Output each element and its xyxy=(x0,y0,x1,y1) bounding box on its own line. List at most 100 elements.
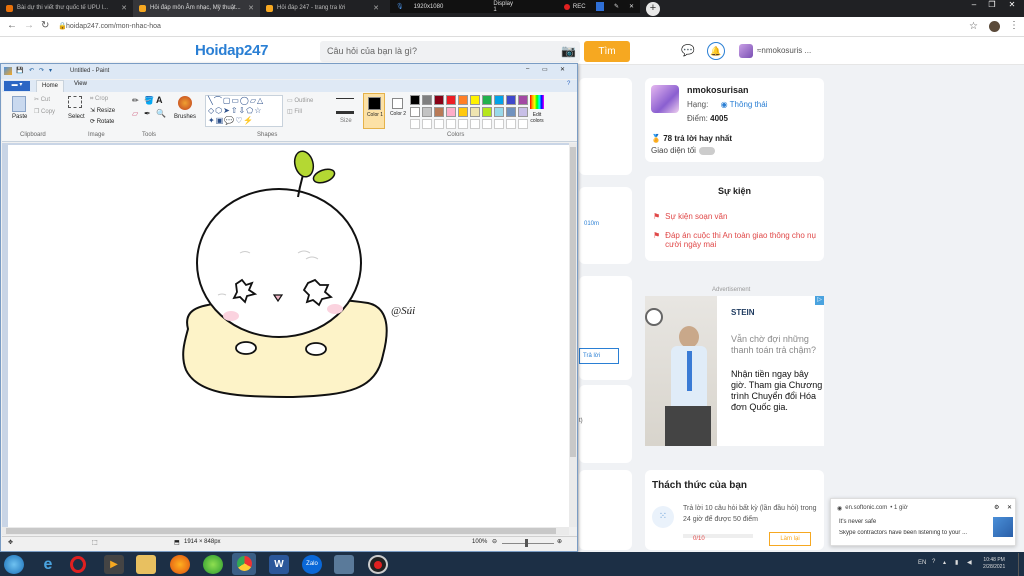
cut-button[interactable]: Cut xyxy=(41,97,50,103)
size-icon[interactable] xyxy=(336,98,354,114)
palette-swatch[interactable] xyxy=(482,95,492,105)
event-link[interactable]: Sự kiện soạn văn xyxy=(665,212,727,221)
language-indicator[interactable]: EN xyxy=(918,560,926,566)
vertical-scroll-thumb[interactable] xyxy=(570,147,576,457)
search-input[interactable]: Câu hỏi của bạn là gì? xyxy=(320,41,580,62)
camera-icon[interactable]: 📷 xyxy=(561,44,576,58)
palette-swatch-empty[interactable] xyxy=(506,119,516,129)
paint-taskbar-icon[interactable] xyxy=(334,555,354,574)
close-tab-icon[interactable]: ✕ xyxy=(248,0,254,17)
palette-swatch[interactable] xyxy=(482,107,492,117)
mic-icon[interactable]: 🎙 xyxy=(396,3,404,10)
vertical-scrollbar[interactable] xyxy=(569,143,577,527)
palette-swatch[interactable] xyxy=(494,107,504,117)
back-icon[interactable]: ← xyxy=(7,20,17,31)
forward-icon[interactable]: → xyxy=(24,20,34,31)
close-tab-icon[interactable]: ✕ xyxy=(373,0,379,17)
quick-save-icon[interactable]: 💾 xyxy=(16,67,23,74)
zoom-in-icon[interactable]: ⊕ xyxy=(557,538,562,545)
size-button[interactable]: Size xyxy=(340,118,352,124)
edit-colors-button[interactable]: Edit colors xyxy=(526,112,548,124)
media-player-icon[interactable]: ▶ xyxy=(104,555,124,574)
brushes-icon[interactable] xyxy=(178,96,192,110)
chrome-taskbar-active[interactable] xyxy=(232,553,256,575)
tab-home[interactable]: Home xyxy=(36,80,64,92)
ad-banner[interactable]: ▷ STEIN Vẫn chờ đợi những thanh toán trả… xyxy=(645,296,824,446)
palette-swatch[interactable] xyxy=(506,107,516,117)
palette-swatch[interactable] xyxy=(410,95,420,105)
crop-button[interactable]: Crop xyxy=(95,96,108,102)
magnifier-icon[interactable]: 🔍 xyxy=(156,109,166,118)
edit-colors-icon[interactable] xyxy=(530,95,544,109)
close-window-icon[interactable]: ✕ xyxy=(1003,0,1021,10)
minimize-window-icon[interactable]: – xyxy=(965,0,983,10)
redo-button[interactable]: Làm lại xyxy=(769,532,811,546)
restore-window-icon[interactable]: ❐ xyxy=(983,0,1001,10)
zalo-icon[interactable]: Zalo xyxy=(302,555,322,574)
site-logo[interactable]: Hoidap247 xyxy=(195,42,268,59)
close-icon[interactable]: ✕ xyxy=(560,66,565,73)
zoom-out-icon[interactable]: ⊖ xyxy=(492,538,497,545)
horizontal-scrollbar[interactable] xyxy=(2,527,569,535)
dark-mode-toggle[interactable] xyxy=(698,146,715,155)
drawing-canvas[interactable]: @Súi xyxy=(8,145,570,527)
word-icon[interactable]: W xyxy=(269,555,289,574)
profile-name[interactable]: nmokosurisan xyxy=(687,85,749,95)
profile-avatar[interactable] xyxy=(651,85,679,113)
select-icon[interactable] xyxy=(68,96,82,108)
menu-dots-icon[interactable]: ⋮ xyxy=(1009,20,1019,31)
ad-choices-icon[interactable]: ▷ xyxy=(815,296,824,305)
notification-bell-icon[interactable]: 🔔 xyxy=(707,42,725,60)
notification-toast[interactable]: ◉ en.softonic.com • 1 giờ ⚙ ✕ It's never s… xyxy=(830,498,1016,546)
pen-icon[interactable]: ✎ xyxy=(614,3,619,10)
resize-button[interactable]: Resize xyxy=(97,108,115,114)
help-icon[interactable]: ? xyxy=(567,81,570,87)
volume-icon[interactable]: ◀ xyxy=(967,559,972,566)
ie-icon[interactable]: e xyxy=(38,555,58,574)
url-field[interactable]: hoidap247.com/mon-nhac-hoa xyxy=(66,21,161,33)
palette-swatch-empty[interactable] xyxy=(470,119,480,129)
palette-swatch[interactable] xyxy=(446,95,456,105)
event-link[interactable]: Đáp án cuộc thi An toàn giao thông cho n… xyxy=(665,231,818,249)
palette-swatch[interactable] xyxy=(458,95,468,105)
palette-swatch[interactable] xyxy=(494,95,504,105)
start-button-icon[interactable] xyxy=(4,555,24,574)
zoom-slider[interactable] xyxy=(502,543,554,544)
color2-selector[interactable]: Color 2 xyxy=(388,93,408,129)
tray-arrow-icon[interactable]: ▴ xyxy=(943,559,946,566)
browser-tab-active[interactable]: Hỏi đáp môn Âm nhạc, Mỹ thuật... ✕ xyxy=(133,0,260,17)
palette-swatch-empty[interactable] xyxy=(458,119,468,129)
help-tray-icon[interactable]: ? xyxy=(932,559,935,565)
outline-button[interactable]: Outline xyxy=(294,98,313,104)
palette-swatch-empty[interactable] xyxy=(446,119,456,129)
close-tab-icon[interactable]: ✕ xyxy=(121,0,127,17)
paste-button[interactable]: Paste xyxy=(12,114,27,120)
select-button[interactable]: Select xyxy=(68,114,85,120)
palette-swatch[interactable] xyxy=(470,107,480,117)
rotate-button[interactable]: Rotate xyxy=(97,119,115,125)
network-icon[interactable]: ▮ xyxy=(955,559,958,566)
copy-button[interactable]: Copy xyxy=(41,109,55,115)
redo-icon[interactable]: ↷ xyxy=(39,67,44,74)
shapes-gallery[interactable]: ╲⌒▢▭◯▱△ ◇⬡➤⇧⇩⬠☆ ✦▣💬♡⚡ xyxy=(205,95,283,127)
palette-swatch[interactable] xyxy=(470,95,480,105)
palette-swatch[interactable] xyxy=(518,95,528,105)
quick-access-dropdown-icon[interactable]: ▾ xyxy=(49,67,52,74)
clock[interactable]: 10:48 PM 2/28/2021 xyxy=(983,557,1005,571)
recorder-stop-icon[interactable] xyxy=(595,2,604,11)
pencil-icon[interactable]: ✏ xyxy=(132,96,139,105)
opera-icon[interactable] xyxy=(70,556,86,573)
brushes-button[interactable]: Brushes xyxy=(174,114,196,120)
palette-swatch[interactable] xyxy=(458,107,468,117)
profile-avatar-icon[interactable] xyxy=(989,21,1000,32)
palette-swatch-empty[interactable] xyxy=(422,119,432,129)
palette-swatch-empty[interactable] xyxy=(410,119,420,129)
palette-swatch[interactable] xyxy=(434,107,444,117)
close-icon[interactable]: ✕ xyxy=(629,3,634,10)
chat-icon[interactable]: 💬 xyxy=(681,44,695,57)
file-explorer-icon[interactable] xyxy=(136,555,156,574)
reply-button[interactable]: Trả lời xyxy=(579,348,619,364)
browser-tab[interactable]: Bài dự thi viết thư quốc tế UPU l... ✕ xyxy=(0,0,133,17)
palette-swatch-empty[interactable] xyxy=(494,119,504,129)
zoom-slider-thumb[interactable] xyxy=(525,539,528,547)
